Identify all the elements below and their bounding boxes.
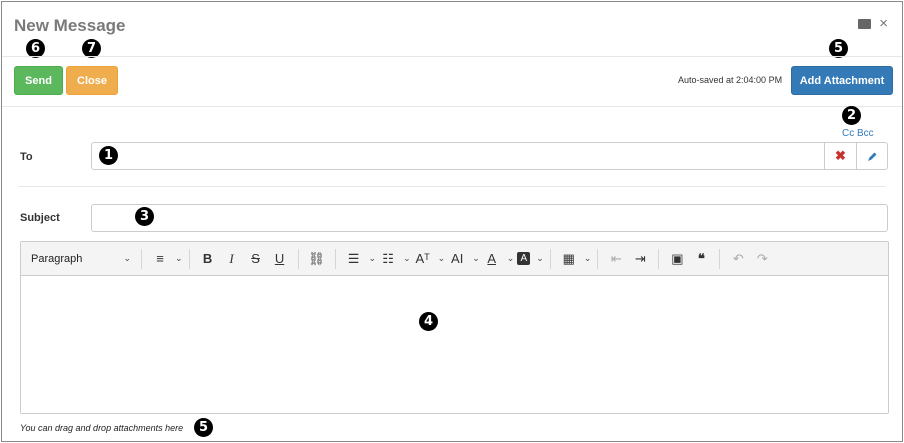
marker-drag-drop: 5 — [194, 418, 213, 437]
bullet-list-icon[interactable]: ☰ — [345, 248, 363, 270]
autosave-status: Auto-saved at 2:04:00 PM — [678, 75, 783, 85]
toolbar-separator — [658, 248, 660, 269]
chevron-down-icon[interactable]: ⌄ — [472, 253, 480, 264]
subject-label: Subject — [20, 212, 60, 224]
cc-bcc-link[interactable]: Cc Bcc — [842, 128, 874, 139]
chevron-down-icon[interactable]: ⌄ — [584, 253, 592, 264]
undo-icon[interactable]: ↶ — [729, 248, 747, 270]
toolbar-separator — [141, 248, 142, 269]
subject-input[interactable] — [91, 204, 888, 232]
text-size-icon[interactable]: AI — [448, 248, 466, 270]
toolbar-separator — [719, 248, 721, 269]
toolbar-separator — [334, 248, 336, 269]
strikethrough-icon[interactable]: S — [247, 248, 265, 270]
drag-drop-note: You can drag and drop attachments here — [20, 423, 184, 433]
bold-icon[interactable]: B — [199, 248, 217, 270]
toolbar-top-divider — [2, 56, 902, 57]
highlight-color-icon[interactable]: A — [517, 252, 531, 265]
marker-subject: 3 — [135, 207, 154, 226]
chevron-down-icon[interactable]: ⌄ — [438, 253, 446, 264]
chevron-down-icon[interactable]: ⌄ — [175, 253, 183, 264]
block-format-select[interactable]: Paragraph ⌄ — [27, 248, 135, 270]
chevron-down-icon[interactable]: ⌄ — [369, 253, 377, 264]
numbered-list-icon[interactable]: ☷ — [379, 248, 397, 270]
underline-icon[interactable]: U — [271, 248, 289, 270]
editor-body[interactable] — [21, 276, 888, 413]
close-window-icon[interactable]: × — [879, 16, 888, 31]
editor-toolbar: Paragraph ⌄ ≡ ⌄ B I S U ⛓ ☰ ⌄ ☷ ⌄ Aᵀ ⌄ A… — [21, 242, 888, 276]
marker-editor: 4 — [419, 312, 438, 331]
close-button[interactable]: Close — [66, 66, 118, 95]
new-message-window: New Message × 6 7 5 Send Close Auto-save… — [1, 1, 903, 442]
pencil-icon[interactable] — [856, 143, 887, 169]
chevron-down-icon: ⌄ — [123, 253, 131, 263]
block-format-value: Paragraph — [31, 252, 83, 265]
redo-icon[interactable]: ↷ — [753, 248, 771, 270]
chevron-down-icon[interactable]: ⌄ — [403, 253, 411, 264]
to-field[interactable]: ✖ — [91, 142, 888, 170]
marker-ccbcc: 2 — [842, 106, 861, 125]
font-color-icon[interactable]: A — [483, 248, 501, 270]
send-button[interactable]: Send — [14, 66, 63, 95]
recipient-divider — [19, 186, 885, 187]
minimize-icon[interactable] — [858, 19, 872, 29]
add-attachment-button[interactable]: Add Attachment — [791, 66, 893, 95]
chevron-down-icon[interactable]: ⌄ — [536, 253, 544, 264]
message-editor: Paragraph ⌄ ≡ ⌄ B I S U ⛓ ☰ ⌄ ☷ ⌄ Aᵀ ⌄ A… — [20, 241, 889, 414]
toolbar-separator — [188, 248, 190, 269]
table-icon[interactable]: ▦ — [560, 248, 578, 270]
toolbar-bottom-divider — [2, 106, 902, 107]
chevron-down-icon[interactable]: ⌄ — [507, 253, 515, 264]
outdent-icon[interactable]: ⇤ — [607, 248, 625, 270]
toolbar-separator — [297, 248, 299, 269]
indent-icon[interactable]: ⇥ — [631, 248, 649, 270]
font-size-icon[interactable]: Aᵀ — [414, 248, 432, 270]
window-controls: × — [858, 16, 888, 31]
blockquote-icon[interactable]: ❝ — [692, 248, 710, 270]
italic-icon[interactable]: I — [223, 248, 241, 270]
clear-recipients-icon[interactable]: ✖ — [824, 143, 856, 169]
marker-to-field: 1 — [99, 146, 118, 165]
toolbar-separator — [597, 248, 599, 269]
image-icon[interactable]: ▣ — [668, 248, 686, 270]
link-icon[interactable]: ⛓ — [308, 248, 326, 270]
align-icon[interactable]: ≡ — [151, 248, 169, 270]
toolbar-separator — [549, 248, 551, 269]
window-title: New Message — [14, 16, 126, 35]
to-label: To — [20, 151, 33, 163]
